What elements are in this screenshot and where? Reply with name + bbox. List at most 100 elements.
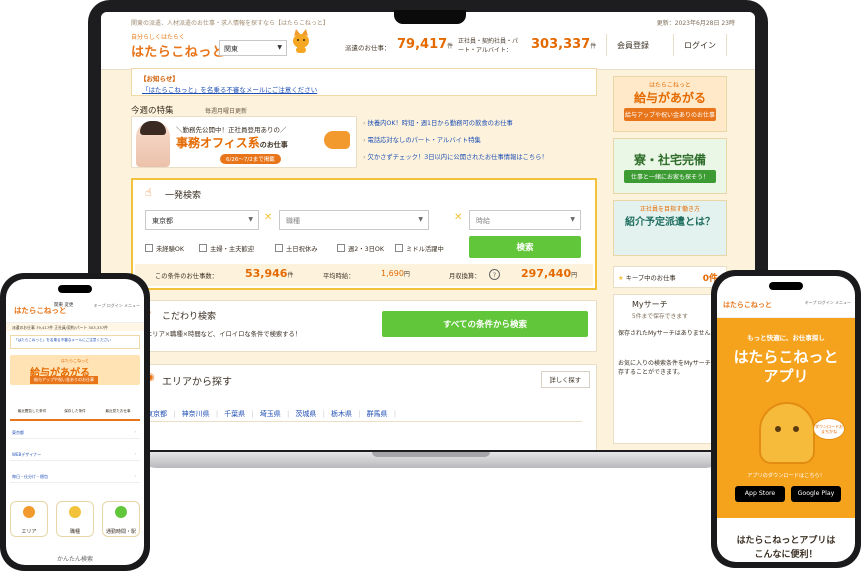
area-search-title: エリアから探す <box>162 377 232 388</box>
temp-to-perm-ad[interactable]: 正社員を目指す働き方 紹介予定派遣とは？ <box>613 200 727 256</box>
banner-period: 6/26〜7/2まで掲載 <box>220 154 281 164</box>
kept-jobs-link[interactable]: ★ キープ中のお仕事 0件 <box>613 266 727 288</box>
tab-saved-conditions[interactable]: 保存した条件 <box>55 409 95 414</box>
cat-mascot-icon <box>759 402 815 464</box>
mobile-history-tabs: 最近閲覧した条件 保存した条件 最近見たお仕事 <box>10 399 140 421</box>
help-question-icon[interactable]: ? <box>489 269 500 280</box>
feature-links: 扶養内OK！時短・週1日から勤務可の飲食のお仕事 電話応対なしのパート・アルバイ… <box>363 118 593 169</box>
feature-link[interactable]: 扶養内OK！時短・週1日から勤務可の飲食のお仕事 <box>363 118 593 127</box>
checkbox-middle-age[interactable]: ミドル活躍中 <box>395 244 444 253</box>
prefecture-link[interactable]: 群馬県 <box>367 410 397 418</box>
ad-caption: 正社員を目指す働き方 <box>639 206 700 213</box>
my-search-panel: Myサーチ 5件まで保存できます 保存されたMyサーチはありません。 お気に入り… <box>613 294 727 444</box>
laptop-screen: 関東の派遣、人材派遣のお仕事・求人情報を探すなら【はたらこねっと】 更新：202… <box>101 12 755 450</box>
app-store-button[interactable]: App Store <box>735 486 785 502</box>
detailed-search-panel: ⌕ こだわり検索 エリア×職種×時間など、イロイロな条件で検索する！ すべての条… <box>131 300 597 352</box>
list-item[interactable]: 毎日・仕分け・梱包 <box>10 469 140 483</box>
mobile-salary-banner[interactable]: はたらこねっと 給与があがる 給与アップや祝い金ありのお仕事 <box>10 355 140 385</box>
weekly-feature-banner[interactable]: ＼勤務先公開中！正社員登用ありの／ 事務オフィス系のお仕事 6/26〜7/2まで… <box>131 116 357 168</box>
job-count-label: この条件のお仕事数： <box>155 273 218 280</box>
checkbox-weekends-off[interactable]: 土日祝休み <box>275 244 317 253</box>
cross-icon: ✕ <box>264 212 273 223</box>
area-select[interactable]: 東京都 ▼ <box>145 210 259 230</box>
area-detail-button[interactable]: 詳しく探す <box>540 371 590 388</box>
notice-link[interactable]: 「はたらこねっと」を名乗る不審なメールにご注意ください <box>142 84 317 94</box>
prefecture-list: 東京都神奈川県千葉県埼玉県茨城県栃木県群馬県 <box>146 401 402 420</box>
ad-title: 紹介予定派遣とは？ <box>625 217 715 228</box>
ad-caption: はたらこねっと <box>649 82 691 89</box>
weekly-feature-title: 今週の特集 <box>131 106 174 116</box>
list-item[interactable]: 東京都 <box>10 425 140 439</box>
app-promo-panel: もっと快適に、お仕事探し はたらこねっと アプリ ダウンロードおまちかね アプリの… <box>717 318 855 518</box>
my-search-empty: 保存されたMyサーチはありません。 <box>618 330 717 337</box>
prefecture-link[interactable]: 埼玉県 <box>260 410 290 418</box>
briefcase-icon <box>69 506 81 518</box>
my-search-subtitle: 5件まで保存できます <box>632 314 688 320</box>
mobile-region[interactable]: 関東 変更 <box>54 303 73 309</box>
login-button[interactable]: ログイン <box>673 34 727 56</box>
chevron-down-icon: ▼ <box>248 216 253 223</box>
mobile-logo[interactable]: はたらこねっと <box>723 300 772 310</box>
job-search-button[interactable]: 職種 <box>56 501 94 537</box>
list-item[interactable]: WEBデザイナー <box>10 447 140 461</box>
region-select[interactable]: 関東 ▼ <box>219 40 287 56</box>
ad-subtitle: 仕事と一緒にお家も探そう！ <box>624 170 716 183</box>
banner-subtitle: 給与アップや祝い金ありのお仕事 <box>30 376 98 384</box>
phone-right-screen: はたらこねっと キープ ログイン メニュー もっと快適に、お仕事探し はたらこね… <box>717 276 855 562</box>
job-count: 53,946件 <box>245 267 294 280</box>
banner-title: 事務オフィス系のお仕事 <box>176 136 288 150</box>
monthly-label: 月収換算： <box>449 273 481 280</box>
mobile-header: はたらこねっと キープ ログイン メニュー <box>717 294 855 318</box>
dispatch-count-label: 派遣のお仕事： <box>345 44 391 52</box>
area-search-button[interactable]: エリア <box>10 501 48 537</box>
checkbox-homemaker[interactable]: 主婦・主夫歓迎 <box>199 244 254 253</box>
monthly-income: 297,440円 <box>521 267 578 280</box>
feature-link[interactable]: 電話応対なしのパート・アルバイト特集 <box>363 135 593 144</box>
laptop-camera-notch <box>394 10 466 24</box>
hourly-pay-select[interactable]: 時給 ▼ <box>469 210 581 230</box>
feature-link[interactable]: 欠かさずチェック！3日以内に公開されたお仕事情報はこちら！ <box>363 152 593 161</box>
cat-mascot-icon <box>293 29 309 53</box>
avg-hourly: 1,690円 <box>381 269 410 278</box>
app-benefit-heading: はたらこねっとアプリは こんなに便利！ <box>736 536 836 560</box>
checkbox-inexperienced[interactable]: 未経験OK <box>145 244 184 253</box>
mobile-header: はたらこねっと 関東 変更 キープ ログイン メニュー <box>6 297 144 323</box>
logo-caption: 自分らしくはたらく <box>131 34 185 41</box>
tab-recent-jobs[interactable]: 最近見たお仕事 <box>98 409 138 414</box>
smartphone-left: はたらこねっと 関東 変更 キープ ログイン メニュー 派遣のお仕事 79,41… <box>0 273 150 571</box>
prefecture-link[interactable]: 東京都 <box>146 410 176 418</box>
download-caption: アプリのダウンロードはこちら！ <box>747 473 825 479</box>
smartphone-right: はたらこねっと キープ ログイン メニュー もっと快適に、お仕事探し はたらこね… <box>711 270 861 568</box>
detailed-search-desc: エリア×職種×時間など、イロイロな条件で検索する！ <box>146 331 302 338</box>
mobile-header-icons[interactable]: キープ ログイン メニュー <box>805 300 851 306</box>
prefecture-link[interactable]: 栃木県 <box>331 410 361 418</box>
dormitory-ad[interactable]: 寮・社宅完備 仕事と一緒にお家も探そう！ <box>613 138 727 194</box>
all-conditions-search-button[interactable]: すべての条件から検索 <box>382 311 588 337</box>
train-icon <box>115 506 127 518</box>
prefecture-link[interactable]: 茨城県 <box>295 410 325 418</box>
search-result-stats: この条件のお仕事数： 53,946件 平均時給： 1,690円 月収換算： ? … <box>135 264 593 286</box>
site-tagline: 関東の派遣、人材派遣のお仕事・求人情報を探すなら【はたらこねっと】 <box>131 20 329 27</box>
register-button[interactable]: 会員登録 <box>606 34 659 56</box>
checkbox-2-3-days[interactable]: 週2・3日OK <box>337 244 384 253</box>
ad-subtitle: 給与アップや祝い金ありのお仕事 <box>624 108 716 121</box>
avg-hourly-label: 平均時給： <box>323 273 355 280</box>
salary-up-ad[interactable]: はたらこねっと 給与があがる 給与アップや祝い金ありのお仕事 <box>613 76 727 132</box>
dispatch-count: 79,417件 <box>397 37 454 52</box>
commute-search-button[interactable]: 通勤時間・駅 <box>102 501 140 537</box>
prefecture-link[interactable]: 千葉県 <box>224 410 254 418</box>
job-type-select[interactable]: 職種 ▼ <box>279 210 429 230</box>
star-icon: ★ <box>618 275 624 282</box>
device-mockup-scene: 関東の派遣、人材派遣のお仕事・求人情報を探すなら【はたらこねっと】 更新：202… <box>0 0 866 584</box>
my-search-desc: お気に入りの検索条件をMyサーチに保存することができます。 <box>618 360 723 376</box>
prefecture-link[interactable]: 神奈川県 <box>182 410 219 418</box>
mobile-header-icons[interactable]: キープ ログイン メニュー <box>94 303 140 309</box>
easy-search-label[interactable]: かんたん検索 <box>6 554 144 563</box>
google-play-button[interactable]: Google Play <box>791 486 841 502</box>
quick-search-title: 一発検索 <box>165 191 202 201</box>
search-button[interactable]: 検索 <box>469 236 581 258</box>
mobile-notice-link[interactable]: 「はたらこねっと」を名乗る不審なメールにご注意ください <box>10 335 140 349</box>
kept-jobs-label: キープ中のお仕事 <box>625 275 676 282</box>
tab-recent-conditions[interactable]: 最近閲覧した条件 <box>12 409 52 414</box>
site-logo[interactable]: はたらこねっと <box>131 41 225 60</box>
